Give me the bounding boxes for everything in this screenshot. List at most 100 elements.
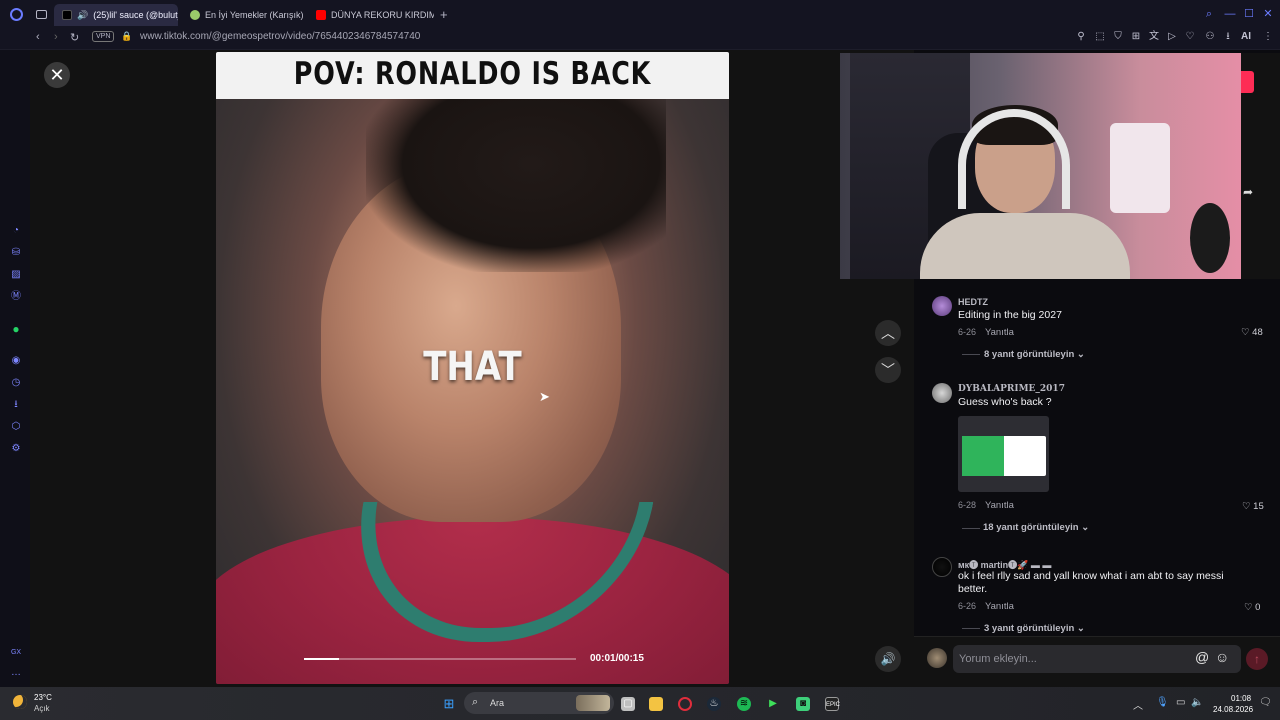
search-icon: ⌕ — [472, 696, 479, 708]
windows-start-icon[interactable]: ⊞ — [442, 697, 456, 711]
like-count: 15 — [1253, 501, 1264, 512]
steam-icon[interactable]: ♨ — [707, 697, 721, 711]
video-progress-bar[interactable] — [304, 658, 576, 660]
search-label: Ara — [490, 698, 505, 708]
comment-input[interactable] — [959, 649, 1189, 669]
pin-icon[interactable]: ⚲ — [1075, 31, 1087, 43]
back-icon[interactable]: ‹ — [36, 31, 40, 43]
search-highlight-icon — [576, 695, 610, 711]
aria-icon[interactable]: ◔ — [10, 225, 22, 237]
player-icon[interactable]: ◉ — [10, 355, 22, 367]
like-button[interactable]: ♡ 15 — [1242, 501, 1264, 512]
volume-tray-icon[interactable]: 🔈 — [1191, 697, 1203, 708]
tab-label: En İyi Yemekler (Karışık) - — [205, 10, 304, 20]
view-replies-button[interactable]: 8 yanıt görüntüleyin ⌄ — [984, 349, 1085, 360]
reply-button[interactable]: Yanıtla — [985, 601, 1014, 612]
next-video-button[interactable]: ﹀ — [875, 357, 901, 383]
extensions-icon[interactable]: ⊞ — [1130, 31, 1142, 43]
close-video-button[interactable]: ✕ — [44, 62, 70, 88]
view-replies-button[interactable]: 3 yanıt görüntüleyin ⌄ — [984, 623, 1085, 634]
crypto-wallet-icon[interactable]: ⛁ — [10, 247, 22, 259]
spotify-icon[interactable]: ≋ — [737, 697, 751, 711]
post-button-partial[interactable] — [1241, 71, 1254, 93]
file-explorer-icon[interactable] — [649, 697, 663, 711]
reply-button[interactable]: Yanıtla — [985, 327, 1014, 338]
history-icon[interactable]: ◷ — [10, 377, 22, 389]
attachment-green-panel — [962, 436, 1004, 476]
like-button[interactable]: ♡ 0 — [1244, 602, 1260, 613]
task-view-icon[interactable]: ▢ — [621, 697, 635, 711]
emoji-icon[interactable]: ☺ — [1215, 649, 1229, 665]
tiktok-icon — [62, 10, 72, 20]
whatsapp-icon[interactable]: ● — [10, 323, 22, 335]
notifications-icon[interactable]: 🗨 — [1259, 697, 1272, 708]
profile-icon[interactable]: ⚇ — [1204, 31, 1216, 43]
downloads-icon[interactable]: ⭳ — [10, 399, 22, 411]
messenger-icon[interactable]: Ⓜ — [10, 291, 22, 303]
divider — [962, 528, 980, 529]
download-icon[interactable]: ⭳ — [1222, 31, 1234, 43]
my-avatar[interactable] — [927, 648, 947, 668]
new-tab-button[interactable]: + — [440, 7, 448, 22]
gx-icon[interactable]: GX — [10, 647, 22, 659]
reload-icon[interactable]: ↻ — [70, 31, 79, 44]
avatar[interactable] — [932, 383, 952, 403]
video-player[interactable]: POV: RONALDO IS BACK THAT 00:01/00:15 — [216, 52, 729, 684]
workspaces-icon[interactable] — [36, 10, 47, 19]
speaker-icon[interactable]: 🔊 — [77, 10, 88, 21]
view-replies-button[interactable]: 18 yanıt görüntüleyin ⌄ — [983, 522, 1089, 533]
comment-image-attachment[interactable] — [958, 416, 1049, 492]
weather-temp[interactable]: 23°C — [34, 693, 52, 702]
opera-logo-icon[interactable] — [10, 8, 23, 21]
tab-bar: 🔊 (25)lil' sauce (@bulut_c En İyi Yemekl… — [0, 0, 1280, 28]
close-window-icon[interactable]: ✕ — [1262, 8, 1274, 20]
aria-ai-icon[interactable]: AI — [1238, 31, 1254, 43]
avatar[interactable] — [932, 557, 952, 577]
android-app-icon[interactable]: ◙ — [796, 697, 810, 711]
tab-youtube[interactable]: DÜNYA REKORU KIRDIM!!/ — [308, 4, 434, 26]
network-icon[interactable]: ▭ — [1176, 697, 1185, 708]
tab-tiktok[interactable]: 🔊 (25)lil' sauce (@bulut_c — [54, 4, 178, 26]
extensions-sidebar-icon[interactable]: ⬡ — [10, 421, 22, 433]
clock-date[interactable]: 24.08.2026 — [1213, 705, 1253, 714]
maximize-icon[interactable]: ☐ — [1243, 8, 1255, 20]
volume-button[interactable]: 🔊 — [875, 646, 901, 672]
mention-icon[interactable]: @ — [1195, 649, 1209, 665]
tab-yemekler[interactable]: En İyi Yemekler (Karışık) - — [182, 4, 304, 26]
menu-icon[interactable]: ⋮ — [1262, 31, 1274, 43]
like-button[interactable]: ♡ 48 — [1241, 327, 1263, 338]
search-tabs-icon[interactable]: ⌕ — [1203, 8, 1215, 20]
translate-icon[interactable]: 文 — [1148, 31, 1160, 43]
divider — [962, 354, 980, 355]
reply-button[interactable]: Yanıtla — [985, 500, 1014, 511]
comment-username[interactable]: HEDTZ — [958, 297, 988, 307]
heart-icon[interactable]: ♡ — [1184, 31, 1196, 43]
share-icon[interactable]: ➦ — [1243, 185, 1253, 199]
adblock-shield-icon[interactable]: ⛉ — [1112, 31, 1124, 43]
weather-moon-icon[interactable] — [13, 695, 27, 709]
forward-icon[interactable]: › — [54, 31, 58, 43]
play-icon[interactable]: ▷ — [1166, 31, 1178, 43]
previous-video-button[interactable]: ︿ — [875, 320, 901, 346]
post-comment-button[interactable]: ↑ — [1246, 648, 1268, 670]
more-icon[interactable]: … — [10, 667, 22, 679]
comment-username[interactable]: DYBALAPRIME_2017 — [958, 384, 1065, 394]
taskbar-search[interactable]: ⌕ Ara — [464, 692, 614, 714]
avatar[interactable] — [932, 296, 952, 316]
lock-icon[interactable]: 🔒 — [121, 31, 132, 42]
vpn-badge[interactable]: VPN — [92, 31, 115, 42]
comment-text: Editing in the big 2027 — [958, 309, 1062, 321]
url-field[interactable]: www.tiktok.com/@gemeospetrov/video/76544… — [140, 31, 420, 42]
minimize-icon[interactable]: — — [1224, 8, 1236, 20]
clock-time[interactable]: 01:08 — [1231, 694, 1251, 703]
pinboard-icon[interactable]: ▨ — [10, 269, 22, 281]
snapshot-icon[interactable]: ⬚ — [1094, 31, 1106, 43]
tray-chevron-icon[interactable]: ︿ — [1133, 697, 1143, 712]
media-app-icon[interactable]: ▶ — [766, 697, 780, 711]
webcam-overlay — [840, 53, 1241, 279]
settings-icon[interactable]: ⚙ — [10, 443, 22, 455]
video-caption: THAT — [423, 344, 522, 390]
opera-gx-taskbar-icon[interactable] — [678, 697, 692, 711]
mic-icon[interactable]: 🎙 — [1156, 697, 1169, 708]
epic-games-icon[interactable]: EPIC — [825, 697, 840, 711]
